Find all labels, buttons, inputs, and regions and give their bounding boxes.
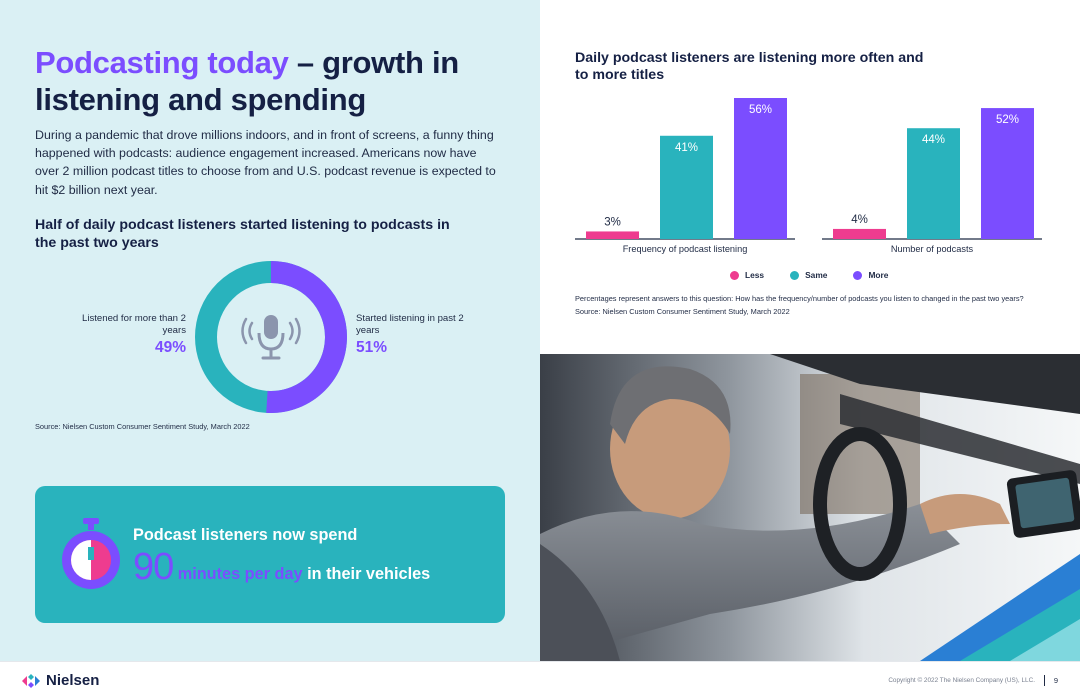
callout-box: Podcast listeners now spend 90 minutes p…	[35, 486, 505, 623]
nielsen-logo[interactable]: Nielsen	[22, 672, 99, 689]
stopwatch-icon	[62, 518, 120, 589]
callout-rest: in their vehicles	[302, 565, 431, 583]
donut-right-text: Started listening in past 2 years	[356, 313, 464, 336]
microphone-icon	[241, 315, 301, 360]
bar-value-label: 4%	[851, 214, 868, 226]
donut-segment-right	[266, 261, 347, 413]
category-label: Frequency of podcast listening	[623, 244, 748, 254]
legend-dot	[730, 270, 739, 280]
donut-left-text: Listened for more than 2 years	[82, 313, 186, 336]
chart-source: Source: Nielsen Custom Consumer Sentimen…	[575, 306, 790, 316]
copyright-text: Copyright © 2022 The Nielsen Company (US…	[888, 677, 1035, 684]
donut-left-pct: 49%	[154, 339, 186, 356]
photo-illustration	[540, 354, 1080, 661]
chart-note: Percentages represent answers to this qu…	[575, 293, 1055, 318]
chart-title: Daily podcast listeners are listening mo…	[575, 50, 924, 83]
legend-label: Same	[805, 270, 828, 280]
footer: Nielsen Copyright © 2022 The Nielsen Com…	[0, 661, 1080, 699]
bar-value-label: 56%	[749, 104, 772, 116]
legend-label: More	[868, 270, 889, 280]
bar-value-label: 44%	[922, 134, 945, 146]
page-title-accent: Podcasting today	[35, 45, 289, 80]
legend-item-same: Same	[790, 268, 827, 282]
callout-line2: 90 minutes per day in their vehicles	[133, 546, 430, 588]
legend-dot	[853, 270, 863, 280]
bar-chart: 3% 41% 56% Frequency of podcast listening 4%…	[575, 98, 1042, 254]
footer-divider	[1044, 675, 1045, 686]
donut-right-pct: 51%	[356, 339, 388, 356]
donut-chart	[195, 261, 347, 413]
category-label: Number of podcasts	[891, 244, 974, 254]
bar-value-label: 3%	[604, 216, 621, 228]
chart-legend: Less Same More	[730, 268, 888, 282]
donut-left-label: Listened for more than 2 years 49%	[80, 313, 186, 358]
legend-item-more: More	[853, 268, 888, 282]
bar-value-label: 52%	[996, 114, 1019, 126]
nielsen-logo-icon	[22, 673, 40, 688]
callout-number: 90	[133, 546, 174, 588]
bar-more-1	[981, 108, 1034, 239]
legend-dot	[790, 270, 800, 280]
car-driver-photo	[540, 354, 1080, 661]
donut-right-label: Started listening in past 2 years 51%	[356, 313, 466, 358]
page-title: Podcasting today – growth in listening a…	[35, 44, 505, 118]
bar-more-0	[734, 98, 787, 239]
left-panel: Podcasting today – growth in listening a…	[0, 0, 540, 661]
callout-unit: minutes per day	[177, 565, 303, 583]
bar-less-0	[586, 231, 639, 239]
callout-line1: Podcast listeners now spend	[133, 526, 358, 544]
donut-source: Source: Nielsen Custom Consumer Sentimen…	[35, 422, 250, 431]
bar-less-1	[833, 228, 886, 239]
legend-label: Less	[745, 270, 765, 280]
bar-value-label: 41%	[675, 142, 698, 154]
intro-paragraph: During a pandemic that drove millions in…	[35, 128, 496, 197]
legend-item-less: Less	[730, 268, 764, 282]
chart-question: Percentages represent answers to this qu…	[575, 294, 1024, 303]
nielsen-logo-text: Nielsen	[46, 672, 100, 689]
donut-heading: Half of daily podcast listeners started …	[35, 217, 450, 251]
page-number: 9	[1053, 676, 1058, 685]
